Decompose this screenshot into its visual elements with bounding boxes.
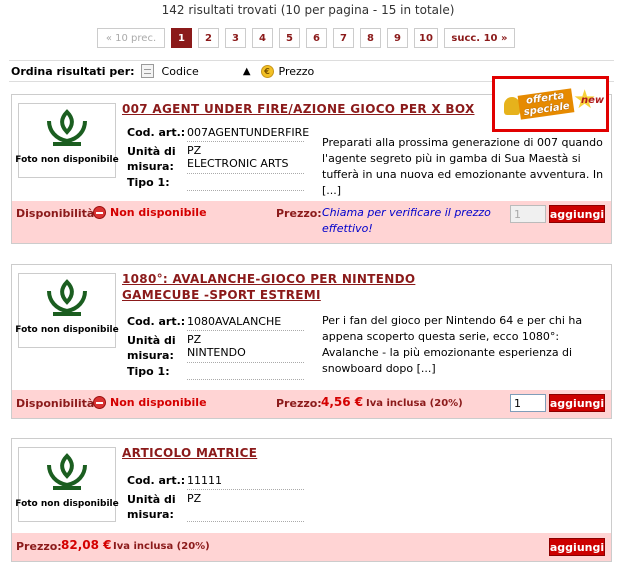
brand-value: NINTENDO <box>187 346 246 359</box>
type-value <box>187 363 304 380</box>
page-10-link[interactable]: 10 <box>414 28 438 48</box>
prev-page-button: « 10 prec. <box>97 28 165 48</box>
special-offer-text: offerta speciale <box>517 88 575 120</box>
code-key: Cod. art.: <box>127 126 186 139</box>
sort-code-label: Codice <box>161 64 199 78</box>
no-photo-caption: Foto non disponibile <box>15 325 119 335</box>
unit-value: PZ NINTENDO <box>187 331 304 363</box>
page-7-link[interactable]: 7 <box>333 28 354 48</box>
unavailable-icon <box>93 396 106 409</box>
product-specs: Cod. art.: 007AGENTUNDERFIRE Unità di mis… <box>127 124 309 191</box>
availability-text: Non disponibile <box>110 206 207 219</box>
price-label: Prezzo: <box>276 397 322 410</box>
product-card: Foto non disponibile 007 AGENT UNDER FIR… <box>11 76 612 244</box>
product-card: Foto non disponibile ARTICOLO MATRICE Co… <box>11 438 612 562</box>
euro-coin-icon: € <box>260 64 274 78</box>
sort-by-code[interactable]: Codice <box>140 64 199 78</box>
lotus-logo-icon <box>47 109 87 146</box>
code-value: 007AGENTUNDERFIRE <box>187 124 309 142</box>
vat-note: Iva inclusa (20%) <box>366 398 463 409</box>
product-thumbnail[interactable]: Foto non disponibile <box>15 273 119 348</box>
type-key: Tipo 1: <box>127 365 170 378</box>
lotus-logo-icon <box>47 453 87 490</box>
type-value <box>187 174 304 191</box>
quantity-input[interactable] <box>510 205 546 223</box>
vat-note: Iva inclusa (20%) <box>113 541 210 552</box>
product-buy-bar: Disponibilità: Non disponibile Prezzo: C… <box>12 201 611 243</box>
page-2-link[interactable]: 2 <box>198 28 219 48</box>
product-buy-bar: Disponibilità: Non disponibile Prezzo: 4… <box>12 390 611 418</box>
special-offer-badge: offerta speciale ★ new <box>492 76 609 132</box>
code-key: Cod. art.: <box>127 315 186 328</box>
add-to-cart-button[interactable]: aggiungi <box>549 538 605 556</box>
price-label: Prezzo: <box>276 207 322 220</box>
sort-label: Ordina risultati per: <box>11 64 135 78</box>
quantity-input[interactable] <box>510 394 546 412</box>
code-value: 1080AVALANCHE <box>187 313 304 331</box>
unit-value: PZ <box>187 490 304 522</box>
code-key: Cod. art.: <box>127 474 186 487</box>
unit-key: Unità di misura: <box>127 493 176 521</box>
product-specs: Cod. art.: 11111 Unità di misura: PZ <box>127 472 304 522</box>
no-photo-caption: Foto non disponibile <box>15 155 119 165</box>
lotus-logo-icon <box>47 279 87 316</box>
document-icon <box>140 64 154 78</box>
type-key: Tipo 1: <box>127 176 170 189</box>
price-value: 4,56 € <box>321 395 364 409</box>
code-value: 11111 <box>187 472 304 490</box>
product-specs: Cod. art.: 1080AVALANCHE Unità di misura:… <box>127 313 304 380</box>
results-summary: 142 risultati trovati (10 per pagina - 1… <box>161 3 455 17</box>
price-value: 82,08 € <box>61 538 112 552</box>
no-photo-caption: Foto non disponibile <box>15 499 119 509</box>
unavailable-icon <box>93 206 106 219</box>
page-1-link[interactable]: 1 <box>171 28 192 48</box>
page-9-link[interactable]: 9 <box>387 28 408 48</box>
availability-label: Disponibilità: <box>16 397 99 410</box>
product-description: Preparati alla prossima generazione di 0… <box>322 136 604 197</box>
page-3-link[interactable]: 3 <box>225 28 246 48</box>
unit-value: PZ ELECTRONIC ARTS <box>187 142 304 174</box>
product-description: Per i fan del gioco per Nintendo 64 e pe… <box>322 314 583 375</box>
unit-key: Unità di misura: <box>127 145 176 173</box>
product-card: Foto non disponibile 1080°: AVALANCHE-GI… <box>11 264 612 419</box>
page-5-link[interactable]: 5 <box>279 28 300 48</box>
sort-price-label: Prezzo <box>278 64 315 78</box>
page-8-link[interactable]: 8 <box>360 28 381 48</box>
availability-text: Non disponibile <box>110 396 207 409</box>
availability-label: Disponibilità: <box>16 207 99 220</box>
product-buy-bar: Prezzo: 82,08 € Iva inclusa (20%) aggiun… <box>12 533 611 561</box>
product-title-link[interactable]: ARTICOLO MATRICE <box>122 445 257 461</box>
product-title-link[interactable]: 007 AGENT UNDER FIRE/AZIONE GIOCO PER X … <box>122 101 475 117</box>
price-call-link[interactable]: Chiama per verificare il prezzo effettiv… <box>322 205 502 237</box>
page-4-link[interactable]: 4 <box>252 28 273 48</box>
next-page-button[interactable]: succ. 10 » <box>443 28 515 48</box>
sort-ascending-icon[interactable]: ▲ <box>243 66 251 77</box>
page-6-link[interactable]: 6 <box>306 28 327 48</box>
price-label: Prezzo: <box>16 540 62 553</box>
availability-status: Non disponibile <box>93 396 207 409</box>
product-thumbnail[interactable]: Foto non disponibile <box>15 447 119 522</box>
add-to-cart-button[interactable]: aggiungi <box>549 205 605 223</box>
add-to-cart-button[interactable]: aggiungi <box>549 394 605 412</box>
new-label: new <box>581 95 605 106</box>
availability-status: Non disponibile <box>93 206 207 219</box>
product-title-link[interactable]: 1080°: AVALANCHE-GIOCO PER NINTENDO GAME… <box>122 271 482 303</box>
brand-value: ELECTRONIC ARTS <box>187 157 289 170</box>
product-thumbnail[interactable]: Foto non disponibile <box>15 103 119 178</box>
unit-key: Unità di misura: <box>127 334 176 362</box>
pagination: « 10 prec. 1 2 3 4 5 6 7 8 9 10 succ. 10… <box>97 28 515 48</box>
sort-by-price[interactable]: € Prezzo <box>260 64 315 78</box>
